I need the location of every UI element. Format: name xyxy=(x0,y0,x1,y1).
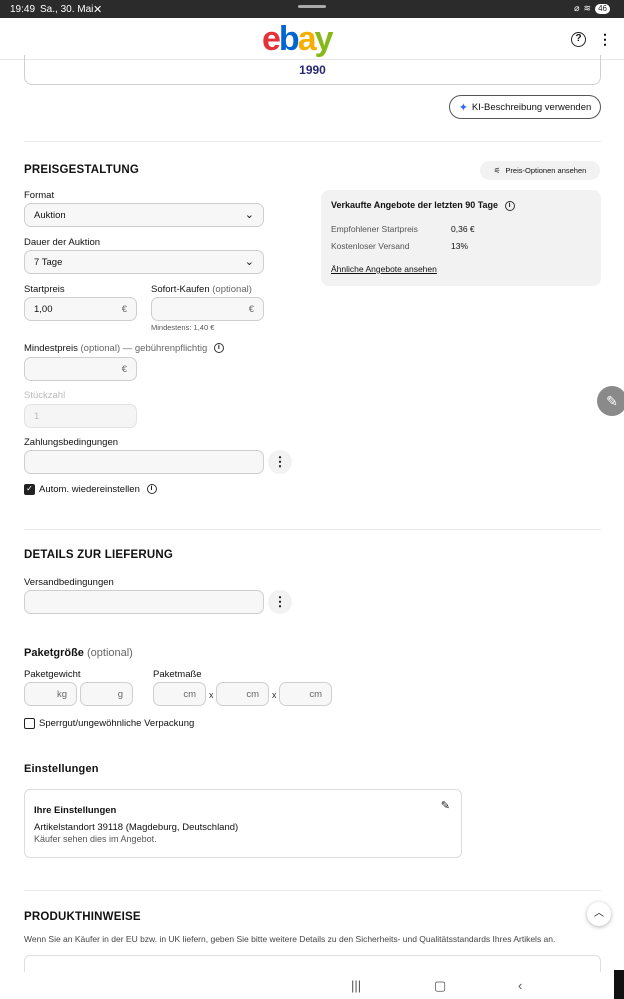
status-bar: 19:49 Sa., 30. Mai ✕ ⌀ ≋ 46 xyxy=(0,0,624,18)
free-shipping-value: 13% xyxy=(451,241,469,251)
package-size-title: Paketgröße (optional) xyxy=(24,647,133,659)
format-label: Format xyxy=(24,190,55,201)
ebay-logo[interactable]: ebay xyxy=(262,20,334,59)
settings-title: Einstellungen xyxy=(24,763,99,775)
delivery-title: DETAILS ZUR LIEFERUNG xyxy=(24,549,174,561)
height-input[interactable]: cm xyxy=(279,682,332,706)
app-header: ebay ? ⋮ xyxy=(0,18,624,60)
sparkle-icon: ✦ xyxy=(458,101,468,114)
product-notes-text: Wenn Sie an Käufer in der EU bzw. in UK … xyxy=(24,934,556,944)
info-icon[interactable]: i xyxy=(213,343,224,354)
previous-field-value: 1990 xyxy=(299,63,326,77)
screen-edge xyxy=(614,970,624,999)
duration-label: Dauer der Auktion xyxy=(24,237,101,248)
divider xyxy=(24,529,601,530)
chevron-down-icon: ⌄ xyxy=(244,209,254,221)
width-input[interactable]: cm xyxy=(216,682,269,706)
relist-label: Autom. wiedereinstellen i xyxy=(39,484,157,495)
edit-fab-icon[interactable]: ✎ xyxy=(597,386,624,416)
previous-field-card: 1990 xyxy=(24,55,601,85)
system-nav-bar: ||| ▢ ‹ xyxy=(0,972,624,999)
payment-terms-label: Zahlungsbedingungen xyxy=(24,437,119,448)
mute-icon: ⌀ xyxy=(574,3,580,13)
shipping-terms-select[interactable] xyxy=(24,590,264,614)
duration-value: 7 Tage xyxy=(34,257,63,268)
payment-terms-select[interactable] xyxy=(24,450,264,474)
buy-now-input[interactable]: € xyxy=(151,297,264,321)
wifi-icon: ≋ xyxy=(583,3,592,13)
unit-cm: cm xyxy=(309,689,322,700)
price-options-label: Preis-Optionen ansehen xyxy=(505,166,587,175)
divider xyxy=(24,890,601,891)
unit-cm: cm xyxy=(183,689,196,700)
times-sign: x xyxy=(272,690,277,700)
similar-offers-link[interactable]: Ähnliche Angebote ansehen xyxy=(331,264,437,274)
info-icon[interactable]: i xyxy=(504,200,515,211)
back-icon[interactable]: ‹ xyxy=(518,978,522,993)
recent-apps-icon[interactable]: ||| xyxy=(351,978,361,993)
sold-offers-panel: Verkaufte Angebote der letzten 90 Tage i… xyxy=(321,190,601,286)
pricing-title: PREISGESTALTUNG xyxy=(24,164,140,176)
currency-euro: € xyxy=(121,304,127,315)
price-options-chip[interactable]: ⚟ Preis-Optionen ansehen xyxy=(480,161,600,180)
product-notes-title: PRODUKTHINWEISE xyxy=(24,911,141,923)
drag-handle xyxy=(298,5,326,8)
unit-kg: kg xyxy=(56,689,67,700)
currency-euro: € xyxy=(121,364,127,375)
format-select[interactable]: Auktion ⌄ xyxy=(24,203,264,227)
chevron-down-icon: ⌄ xyxy=(244,256,254,268)
quantity-label: Stückzahl xyxy=(24,390,66,401)
duration-select[interactable]: 7 Tage ⌄ xyxy=(24,250,264,274)
weight-g-input[interactable]: g xyxy=(80,682,133,706)
buy-now-label: Sofort-Kaufen (optional) xyxy=(151,284,252,295)
unit-cm: cm xyxy=(246,689,259,700)
start-price-label: Startpreis xyxy=(24,284,65,295)
divider xyxy=(24,141,601,142)
bulky-checkbox[interactable] xyxy=(24,718,35,729)
recommended-start-value: 0,36 € xyxy=(451,224,475,234)
package-weight-label: Paketgewicht xyxy=(24,669,81,680)
sold-offers-title: Verkaufte Angebote der letzten 90 Tage i xyxy=(331,200,515,211)
ai-description-button[interactable]: ✦ KI-Beschreibung verwenden xyxy=(449,95,601,119)
start-price-input[interactable]: 1,00 € xyxy=(24,297,137,321)
status-time: 19:49 xyxy=(10,4,36,15)
recommended-start-label: Empfohlener Startpreis xyxy=(331,224,418,234)
item-location-note: Käufer sehen dies im Angebot. xyxy=(34,834,157,844)
payment-more-icon[interactable]: ⋮ xyxy=(268,450,292,474)
package-dimensions-label: Paketmaße xyxy=(153,669,202,680)
info-icon[interactable]: i xyxy=(146,484,157,495)
settings-card[interactable]: Ihre Einstellungen Artikelstandort 39118… xyxy=(24,789,462,858)
item-location: Artikelstandort 39118 (Magdeburg, Deutsc… xyxy=(34,822,239,833)
quantity-value: 1 xyxy=(34,411,40,422)
help-icon[interactable]: ? xyxy=(571,32,586,47)
battery-icon: 46 xyxy=(595,3,610,14)
times-sign: x xyxy=(209,690,214,700)
home-icon[interactable]: ▢ xyxy=(434,978,446,994)
scroll-up-chevron-icon[interactable]: ︿ xyxy=(587,902,611,926)
min-price-input[interactable]: € xyxy=(24,357,137,381)
sliders-icon: ⚟ xyxy=(493,166,501,175)
free-shipping-label: Kostenloser Versand xyxy=(331,241,410,251)
settings-card-title: Ihre Einstellungen xyxy=(34,805,117,816)
shipping-terms-label: Versandbedingungen xyxy=(24,577,114,588)
currency-euro: € xyxy=(248,304,254,315)
more-options-icon[interactable]: ⋮ xyxy=(598,31,612,48)
edit-pencil-icon[interactable]: ✎ xyxy=(441,799,450,812)
unit-g: g xyxy=(117,689,123,700)
quantity-input: 1 xyxy=(24,404,137,428)
min-price-label: Mindestpreis (optional) — gebührenpflich… xyxy=(24,343,224,354)
shipping-more-icon[interactable]: ⋮ xyxy=(268,590,292,614)
ai-description-label: KI-Beschreibung verwenden xyxy=(471,101,592,113)
buy-now-hint: Mindestens: 1,40 € xyxy=(151,323,215,332)
system-icons: ⌀ ≋ 46 xyxy=(574,3,610,14)
length-input[interactable]: cm xyxy=(153,682,206,706)
status-date: Sa., 30. Mai xyxy=(40,4,94,15)
relist-checkbox[interactable]: ✓ xyxy=(24,484,35,495)
weight-kg-input[interactable]: kg xyxy=(24,682,77,706)
start-price-value: 1,00 xyxy=(34,304,53,315)
bulky-label: Sperrgut/ungewöhnliche Verpackung xyxy=(39,718,195,729)
format-value: Auktion xyxy=(34,210,66,221)
notification-x-icon: ✕ xyxy=(93,4,103,16)
